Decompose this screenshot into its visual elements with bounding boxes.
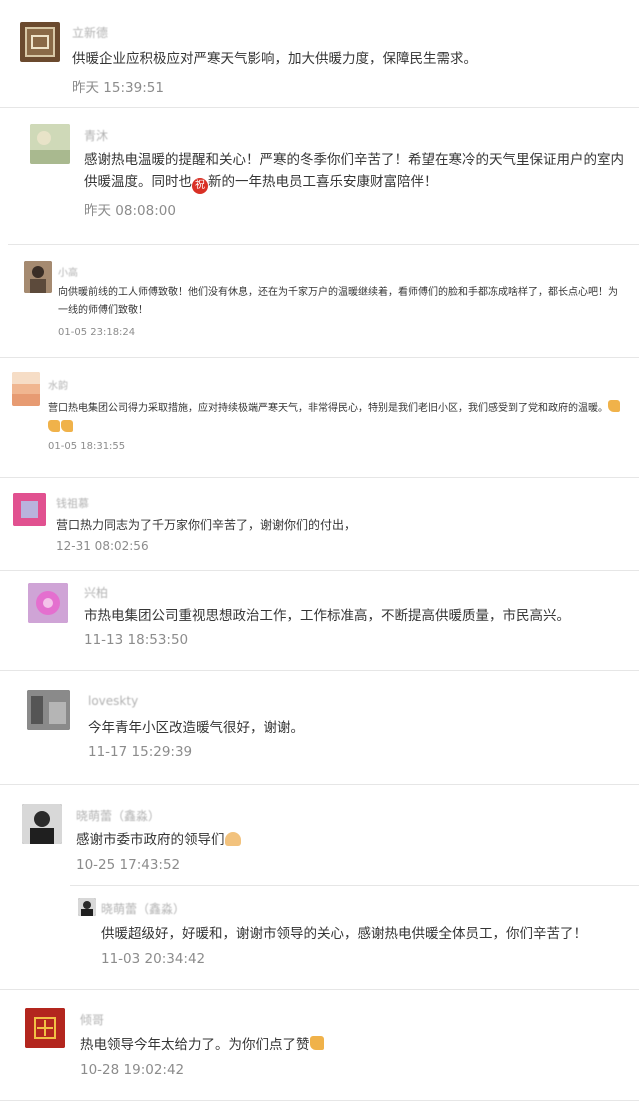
landscape-photo-icon xyxy=(30,124,70,164)
avatar[interactable] xyxy=(12,372,40,406)
commenter-name: 兴柏 xyxy=(84,586,109,600)
comment-text: 市热电集团公司重视思想政治工作，工作标准高，不断提高供暖质量，市民高兴。 xyxy=(84,608,570,624)
divider xyxy=(0,477,639,478)
comment-time: 10-28 19:02:42 xyxy=(80,1062,185,1078)
comment-text: 营口热电集团公司得力采取措施，应对持续极端严寒天气，非常得民心，特别是我们老旧小… xyxy=(48,399,623,439)
commenter-name: 立新德 xyxy=(72,26,109,40)
reply-avatar[interactable] xyxy=(78,898,96,916)
comment-text: 感谢热电温暖的提醒和关心！严寒的冬季你们辛苦了！希望在寒冷的天气里保证用户的室内… xyxy=(84,150,624,194)
avatar[interactable] xyxy=(22,804,62,844)
thumbs-up-icon xyxy=(608,400,620,412)
avatar[interactable] xyxy=(30,124,70,164)
comment-time: 12-31 08:02:56 xyxy=(56,539,149,553)
commenter-name: loveskty xyxy=(88,694,139,708)
pink-square-icon xyxy=(13,493,46,526)
praying-hands-icon xyxy=(224,832,241,846)
comment-text: 感谢市委市政府的领导们 xyxy=(76,830,616,852)
reply-divider xyxy=(70,885,639,886)
comment-text: 向供暖前线的工人师傅致敬！他们没有休息，还在为千家万户的温暖继续着，看师傅们的脸… xyxy=(58,287,618,316)
portrait-photo-icon xyxy=(22,804,62,844)
commenter-name: 青沐 xyxy=(84,129,109,143)
avatar[interactable] xyxy=(28,583,68,623)
gradient-photo-icon xyxy=(12,372,40,406)
avatar[interactable] xyxy=(27,690,70,730)
divider xyxy=(0,989,639,990)
comment-text: 供暖企业应积极应对严寒天气影响，加大供暖力度，保障民生需求。 xyxy=(72,51,477,67)
divider xyxy=(8,244,639,245)
thumbs-up-icon xyxy=(61,420,73,432)
commenter-name: 钱祖慕 xyxy=(56,497,89,510)
red-seal-icon xyxy=(25,1008,65,1048)
avatar[interactable] xyxy=(24,261,52,293)
comment-text-part: 热电领导今年太给力了。为你们点了赞 xyxy=(80,1037,310,1053)
avatar[interactable] xyxy=(25,1008,65,1048)
comment-time: 昨天 08:08:00 xyxy=(84,203,176,219)
comment-time: 昨天 15:39:51 xyxy=(72,80,164,96)
comment-time: 11-13 18:53:50 xyxy=(84,632,189,648)
zhu-emoji-icon: 祝 xyxy=(192,177,208,194)
portrait-photo-icon xyxy=(78,898,96,916)
avatar[interactable] xyxy=(20,22,60,62)
comment-time: 11-17 15:29:39 xyxy=(88,744,193,760)
reply-time: 11-03 20:34:42 xyxy=(101,951,206,967)
comment-time: 01-05 18:31:55 xyxy=(48,441,126,452)
thumbs-up-icon xyxy=(48,420,60,432)
divider xyxy=(0,570,639,571)
comment-text: 今年青年小区改造暖气很好，谢谢。 xyxy=(88,720,304,736)
thumbs-up-icon xyxy=(309,1036,324,1050)
seal-logo-icon xyxy=(25,27,55,57)
comment-text: 营口热力同志为了千万家你们辛苦了，谢谢你们的付出， xyxy=(56,518,357,532)
comment-time: 01-05 23:18:24 xyxy=(58,327,136,338)
comment-text-part: 新的一年热电员工喜乐安康财富陪伴！ xyxy=(208,173,438,190)
commenter-name: 水韵 xyxy=(48,381,68,392)
reply-name: 晓萌蕾（鑫淼） xyxy=(101,902,186,916)
street-photo-icon xyxy=(27,690,70,730)
flower-photo-icon xyxy=(28,583,68,623)
commenter-name: 倾哥 xyxy=(80,1013,105,1027)
comment-time: 10-25 17:43:52 xyxy=(76,857,181,873)
person-photo-icon xyxy=(24,261,52,293)
divider xyxy=(0,107,639,108)
commenter-name: 晓萌蕾（鑫淼） xyxy=(76,809,161,823)
comment-text: 热电领导今年太给力了。为你们点了赞 xyxy=(80,1035,620,1057)
comment-text-part: 感谢市委市政府的领导们 xyxy=(76,832,225,848)
divider xyxy=(0,357,639,358)
avatar[interactable] xyxy=(13,493,46,526)
commenter-name: 小高 xyxy=(58,268,78,279)
divider xyxy=(0,1100,639,1101)
reply-text: 供暖超级好，好暖和，谢谢市领导的关心，感谢热电供暖全体员工，你们辛苦了！ xyxy=(101,926,587,942)
divider xyxy=(0,784,639,785)
divider xyxy=(0,670,639,671)
comment-text-part: 营口热电集团公司得力采取措施，应对持续极端严寒天气，非常得民心，特别是我们老旧小… xyxy=(48,403,608,414)
